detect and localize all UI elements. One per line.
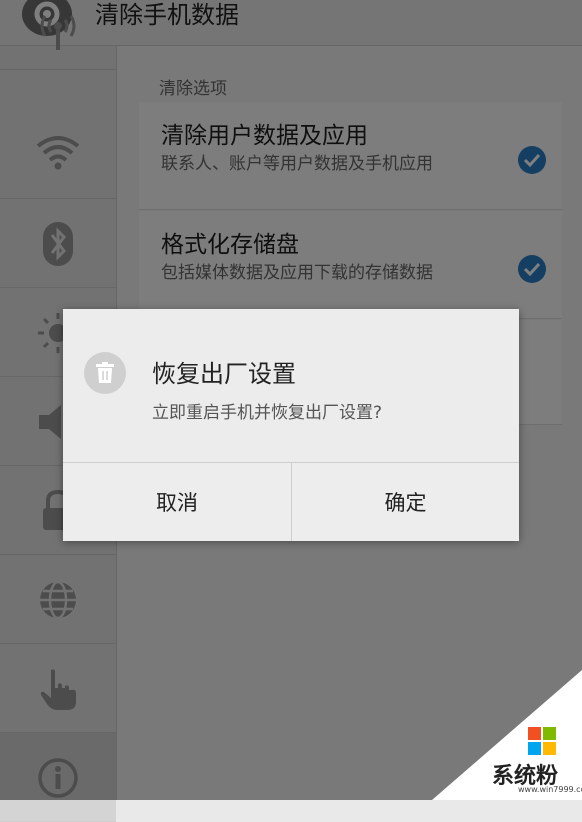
dialog-title: 恢复出厂设置 [152,360,296,388]
confirm-button[interactable]: 确定 [292,463,519,541]
windows-logo-icon [528,727,556,755]
watermark-url: www.win7999.com [518,785,582,794]
trash-icon [84,352,126,394]
dialog-button-bar: 取消 确定 [63,462,519,541]
factory-reset-dialog: 恢复出厂设置 立即重启手机并恢复出厂设置? 取消 确定 [63,309,519,541]
dialog-message: 立即重启手机并恢复出厂设置? [152,403,383,423]
cancel-button[interactable]: 取消 [63,463,292,541]
